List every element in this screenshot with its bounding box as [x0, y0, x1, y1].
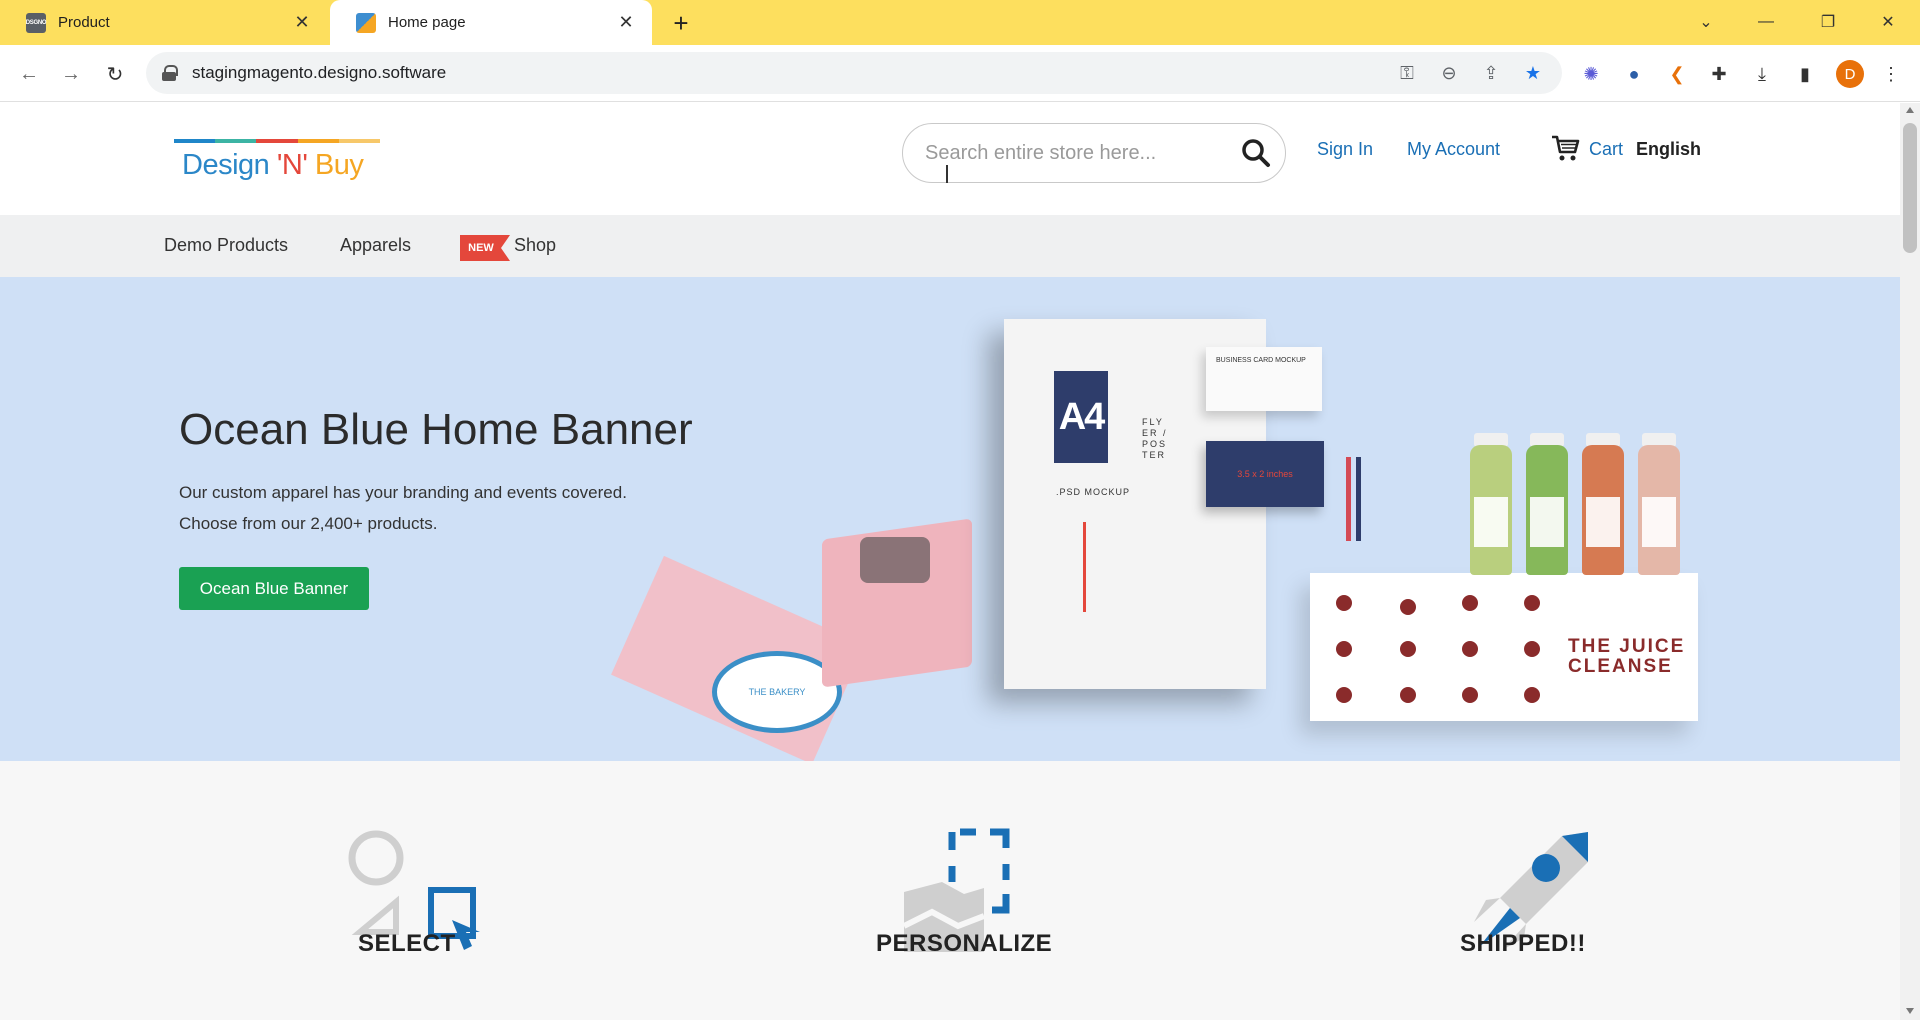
- banner-title: Ocean Blue Home Banner: [179, 405, 693, 454]
- site-logo[interactable]: Design 'N' Buy: [174, 139, 381, 187]
- car-icon: [1400, 687, 1416, 703]
- profile-avatar[interactable]: D: [1836, 60, 1864, 88]
- page-scrollbar[interactable]: [1900, 103, 1920, 1020]
- navy-business-card: 3.5 x 2 inches: [1206, 441, 1324, 507]
- gear-icon: [1524, 687, 1540, 703]
- globe-icon: [1336, 641, 1352, 657]
- new-badge: NEW: [460, 235, 510, 261]
- tab-product[interactable]: DSGNO Product ✕: [0, 0, 328, 45]
- zoom-out-icon[interactable]: ⊖: [1428, 56, 1470, 90]
- language-switcher[interactable]: English: [1636, 139, 1701, 160]
- share-icon[interactable]: ⇪: [1470, 56, 1512, 90]
- white-business-card: BUSINESS CARD MOCKUP: [1206, 347, 1322, 411]
- bottle-label: [1474, 497, 1508, 547]
- tab-title: Product: [58, 14, 110, 31]
- house-icon: [1336, 687, 1352, 703]
- cart-icon[interactable]: [1550, 133, 1580, 163]
- extension-k-icon[interactable]: ❮: [1660, 57, 1694, 91]
- url-text[interactable]: stagingmagento.designo.software: [192, 63, 446, 83]
- minimize-icon[interactable]: —: [1744, 6, 1788, 38]
- tab-title: Home page: [388, 14, 466, 31]
- close-tab-icon[interactable]: ✕: [614, 11, 638, 35]
- restore-icon[interactable]: ❐: [1806, 6, 1850, 38]
- designnbuy-favicon-icon: [356, 12, 376, 33]
- gift-box-opening: [860, 537, 930, 583]
- address-bar[interactable]: stagingmagento.designo.software ⚿ ⊖ ⇪ ★: [146, 52, 1562, 94]
- extensions-puzzle-icon[interactable]: ✚: [1702, 57, 1736, 91]
- bottle-label: [1642, 497, 1676, 547]
- browser-tab-bar: DSGNO Product ✕ Home page ✕ + ⌄ — ❐ ✕: [0, 0, 1920, 45]
- bin-icon: [1524, 595, 1540, 611]
- tab-search-chevron-icon[interactable]: ⌄: [1684, 6, 1728, 38]
- site-header: Design 'N' Buy Sign In My Account Cart E…: [0, 103, 1900, 215]
- nav-item-demo-products[interactable]: Demo Products: [164, 235, 288, 256]
- bottle-label: [1530, 497, 1564, 547]
- search-icon[interactable]: [1241, 138, 1271, 168]
- hero-banner: Ocean Blue Home Banner Our custom appare…: [0, 277, 1900, 761]
- bulb-icon: [1336, 595, 1352, 611]
- a4-logo: A4: [1054, 371, 1108, 463]
- search-input[interactable]: [925, 141, 1225, 165]
- tab-home-page[interactable]: Home page ✕: [330, 0, 652, 45]
- browser-menu-icon[interactable]: ⋮: [1874, 57, 1908, 91]
- designo-favicon-icon: DSGNO: [26, 12, 47, 33]
- recycle-symbol-icon: [1524, 641, 1540, 657]
- feature-title-shipped: SHIPPED!!: [1460, 930, 1586, 957]
- ocean-blue-banner-button[interactable]: Ocean Blue Banner: [179, 567, 369, 610]
- close-tab-icon[interactable]: ✕: [290, 11, 314, 35]
- blue-pencil: [1356, 457, 1361, 541]
- reload-icon[interactable]: ↻: [98, 57, 132, 91]
- side-panel-icon[interactable]: ▮: [1788, 57, 1822, 91]
- feature-title-select: SELECT: [358, 930, 456, 957]
- downloads-icon[interactable]: ⤓: [1745, 57, 1779, 91]
- factory-icon: [1400, 641, 1416, 657]
- flyer-poster-text: FLY ER / POS TER: [1142, 417, 1168, 460]
- close-window-icon[interactable]: ✕: [1866, 6, 1910, 38]
- lock-icon[interactable]: [162, 65, 178, 81]
- juice-cleanse-text: THE JUICE CLEANSE: [1568, 636, 1686, 677]
- bookmark-star-icon[interactable]: ★: [1512, 56, 1554, 90]
- extension-sparkle-icon[interactable]: ✺: [1574, 57, 1608, 91]
- search-box[interactable]: [902, 123, 1286, 183]
- psd-mockup-text: .PSD MOCKUP: [1056, 487, 1131, 497]
- forward-arrow-icon[interactable]: →: [54, 57, 88, 91]
- logo-color-bar: [174, 139, 381, 143]
- feature-title-personalize: PERSONALIZE: [876, 930, 1053, 957]
- back-arrow-icon[interactable]: ←: [12, 57, 46, 91]
- recycle-icon: [1462, 595, 1478, 611]
- text-cursor-icon: [946, 165, 948, 183]
- cart-link[interactable]: Cart: [1589, 139, 1623, 160]
- new-tab-plus-icon[interactable]: +: [664, 8, 698, 38]
- sign-in-link[interactable]: Sign In: [1317, 139, 1373, 160]
- poster-red-accent: [1083, 522, 1086, 612]
- drop-icon: [1462, 641, 1478, 657]
- my-account-link[interactable]: My Account: [1407, 139, 1500, 160]
- red-pencil: [1346, 457, 1351, 541]
- page-viewport: Design 'N' Buy Sign In My Account Cart E…: [0, 103, 1900, 1020]
- main-navigation: Demo Products Apparels NEW Shop: [0, 215, 1900, 277]
- tree-icon: [1462, 687, 1478, 703]
- extension-globe-icon[interactable]: ●: [1617, 57, 1651, 91]
- bottle-label: [1586, 497, 1620, 547]
- browser-toolbar: ← → ↻ stagingmagento.designo.software ⚿ …: [0, 45, 1920, 102]
- leaf-icon: [1400, 599, 1416, 615]
- logo-text: Design 'N' Buy: [182, 149, 364, 181]
- scroll-down-arrow-icon[interactable]: [1906, 1008, 1914, 1014]
- nav-item-apparels[interactable]: Apparels: [340, 235, 411, 256]
- key-icon[interactable]: ⚿: [1386, 56, 1428, 90]
- scroll-up-arrow-icon[interactable]: [1906, 107, 1914, 113]
- scroll-thumb[interactable]: [1903, 123, 1917, 253]
- nav-item-shop[interactable]: Shop: [514, 235, 556, 256]
- banner-text: Our custom apparel has your branding and…: [179, 483, 627, 533]
